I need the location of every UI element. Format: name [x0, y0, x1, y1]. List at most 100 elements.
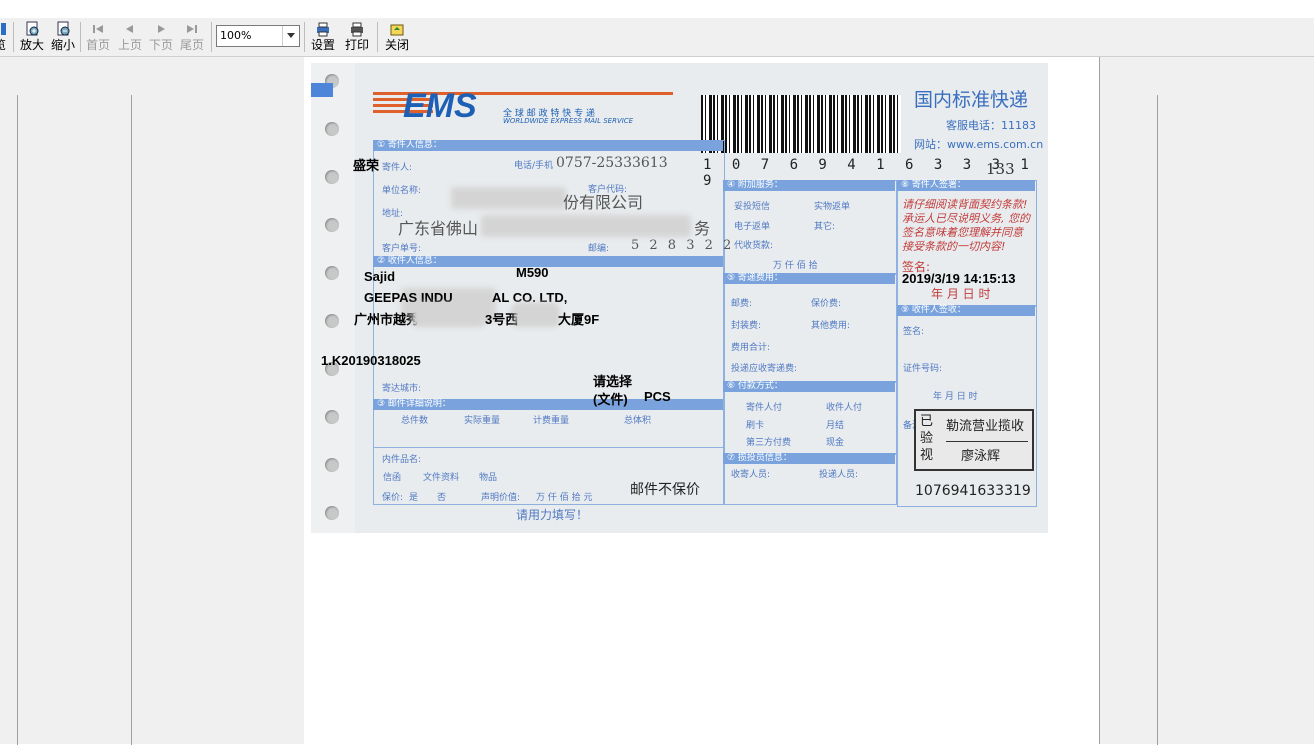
prev-page-icon — [122, 21, 138, 37]
overlay-recipient-address-tail: 大厦9F — [558, 312, 600, 327]
feed-hole — [325, 266, 339, 280]
redaction-blur — [481, 215, 691, 237]
stamp-branch: 勒流营业揽收 — [946, 419, 1025, 434]
actual-weight-label: 实际重量 — [464, 416, 501, 426]
tracking-number-bottom: 1076941633319 — [915, 483, 1031, 499]
total-volume-label: 总体积 — [624, 416, 652, 426]
other-option: 其它: — [814, 222, 836, 232]
option-goods: 物品 — [479, 473, 498, 483]
feed-hole — [325, 170, 339, 184]
recipient-sign-label: 签名: — [903, 327, 925, 337]
close-button[interactable]: 关闭 — [383, 20, 411, 54]
stamp-inspected: 已验视 — [920, 414, 934, 463]
print-preview-toolbar: 览 放大 缩小 首页 上页 下页 尾页 设置 打印 关闭 — [0, 18, 1314, 57]
ems-logo-text: EMS — [403, 87, 477, 125]
first-page-icon — [90, 21, 106, 37]
city-label: 寄达城市: — [382, 384, 422, 394]
toolbar-separator — [211, 22, 212, 52]
toolbar-separator — [13, 22, 14, 52]
zoom-in-label: 放大 — [19, 38, 44, 52]
last-page-button[interactable]: 尾页 — [178, 20, 206, 54]
overlay-recipient-address-head: 广州市越秀 — [354, 312, 420, 327]
first-page-button[interactable]: 首页 — [84, 20, 112, 54]
prev-page-label: 上页 — [117, 38, 142, 52]
cod-fee-label: 投递应收寄递费: — [731, 364, 798, 374]
overlay-select-value: (文件) — [593, 392, 628, 407]
insure-label: 保价: — [382, 493, 404, 503]
printed-postcode: 5 2 8 3 2 2 — [631, 238, 735, 253]
chevron-down-icon[interactable] — [282, 26, 299, 46]
phone-label: 电话/手机 — [514, 161, 554, 171]
cod-option: 代收货款: — [734, 241, 774, 251]
overlay-sender-name: 盛荣 — [353, 158, 380, 173]
physical-return-option: 实物返单 — [814, 202, 851, 212]
option-docs: 文件资料 — [423, 473, 460, 483]
zoom-in-button[interactable]: 放大 — [18, 20, 46, 54]
redaction-blur — [515, 303, 557, 325]
postage-label: 邮费: — [731, 299, 753, 309]
printed-phone: 0757-25333613 — [556, 155, 668, 171]
next-page-button[interactable]: 下页 — [147, 20, 175, 54]
close-folder-icon — [389, 21, 405, 37]
zoom-level-value: 100% — [220, 29, 252, 42]
stamp-staff: 廖泳辉 — [961, 449, 1001, 464]
preview-button-clipped[interactable]: 览 — [0, 20, 10, 54]
packing-fee-label: 封装费: — [731, 321, 762, 331]
zoom-level-select[interactable]: 100% — [216, 25, 300, 47]
company-label: 单位名称: — [382, 186, 422, 196]
order-number-label: 客户单号: — [382, 244, 422, 254]
close-label: 关闭 — [384, 38, 409, 52]
sender-label: 寄件人: — [382, 163, 413, 173]
last-page-icon — [184, 21, 200, 37]
overlay-recipient-name: Sajid — [364, 269, 396, 284]
fill-hint: 请用力填写！ — [516, 508, 589, 522]
tractor-feed-holes — [311, 63, 355, 533]
page-edge-left — [17, 95, 18, 745]
charge-weight-label: 计费重量 — [533, 416, 570, 426]
terms-notice: 请仔细阅读背面契约条款! 承运人已尽说明义务, 您的签名意味着您理解并同意接受条… — [902, 198, 1030, 253]
overlay-recipient-address-mid: 3号西 — [485, 312, 519, 327]
feed-hole — [325, 218, 339, 232]
preview-button-label: 览 — [0, 38, 7, 52]
zoom-out-button[interactable]: 缩小 — [49, 20, 77, 54]
zoom-out-icon — [55, 21, 71, 37]
insure-yes: 是 — [409, 493, 419, 503]
toolbar-separator — [80, 22, 81, 52]
other-fee-label: 其他费用: — [811, 321, 851, 331]
printer-icon — [349, 21, 365, 37]
pay-sender: 寄件人付 — [746, 403, 783, 413]
next-page-icon — [153, 21, 169, 37]
collector-label: 收寄人员: — [731, 470, 771, 480]
toolbar-separator — [304, 22, 305, 52]
sender-sign-date: 年 月 日 时 — [931, 287, 991, 301]
option-letter: 信函 — [383, 473, 402, 483]
settings-label: 设置 — [310, 38, 335, 52]
overlay-select-prompt: 请选择 — [593, 374, 633, 389]
feed-hole — [325, 410, 339, 424]
cod-units: 万 仟 佰 拾 — [773, 261, 818, 271]
settings-icon — [315, 21, 331, 37]
fee-section-header: ⑤ 寄递费用： — [723, 273, 895, 284]
print-label: 打印 — [344, 38, 369, 52]
staff-section-header: ⑦ 揽投员信息： — [723, 453, 895, 464]
zoom-in-icon — [24, 21, 40, 37]
payment-section-header: ⑥ 付款方式： — [723, 381, 895, 392]
feed-hole — [325, 314, 339, 328]
recipient-sign-date: 年 月 日 时 — [933, 392, 978, 402]
printed-address-tail: 务 — [694, 219, 711, 238]
settings-button[interactable]: 设置 — [309, 20, 337, 54]
zoom-out-label: 缩小 — [50, 38, 75, 52]
printed-address-head: 广东省佛山 — [398, 219, 479, 238]
overlay-unit: PCS — [644, 389, 671, 404]
declared-value-label: 声明价值: — [481, 493, 521, 503]
insure-fee-label: 保价费: — [811, 299, 842, 309]
postcode-label: 邮编: — [588, 244, 610, 254]
first-page-label: 首页 — [85, 38, 110, 52]
service-phone: 客服电话：11183 — [946, 119, 1036, 132]
recipient-box — [373, 256, 725, 401]
page-edge-left-inner — [131, 95, 132, 745]
pay-card: 刷卡 — [746, 421, 765, 431]
prev-page-button[interactable]: 上页 — [116, 20, 144, 54]
print-button[interactable]: 打印 — [343, 20, 371, 54]
pay-third-party: 第三方付费 — [746, 438, 792, 448]
